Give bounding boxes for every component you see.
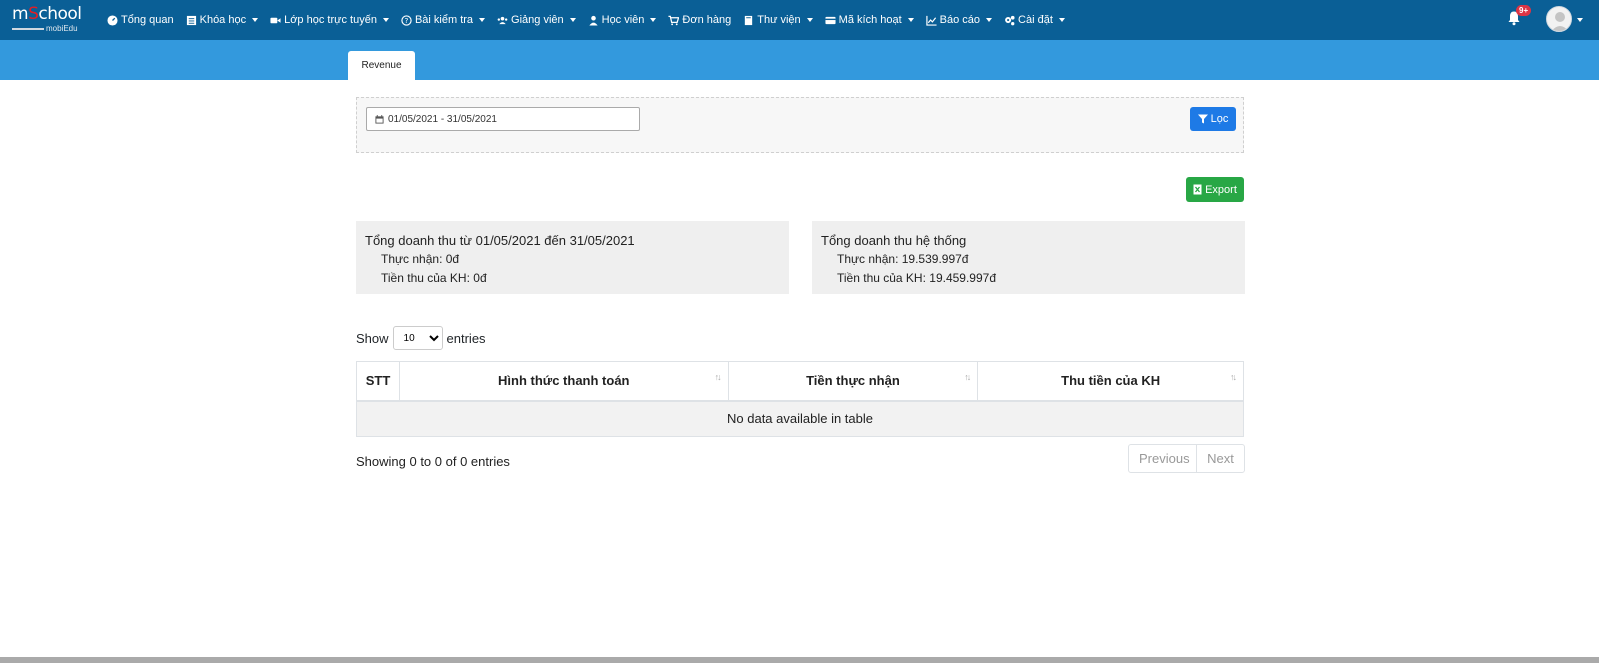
avatar[interactable] [1546,6,1572,32]
bottom-scrollbar[interactable] [0,657,1599,663]
system-revenue-card: Tổng doanh thu hệ thống Thực nhận: 19.53… [812,221,1245,294]
column-header-customer-paid[interactable]: Thu tiền của KH ↑↓ [977,361,1244,402]
chart-icon [925,15,937,26]
svg-text:?: ? [405,15,409,24]
empty-table-message: No data available in table [356,400,1244,437]
sort-icon: ↑↓ [714,372,722,382]
nav-item-bao-cao[interactable]: Báo cáo [925,14,993,26]
nav-item-tong-quan[interactable]: Tổng quan [107,14,174,26]
nav-item-khoa-hoc[interactable]: Khóa học [186,14,259,26]
previous-page-button[interactable]: Previous [1129,445,1197,472]
chevron-down-icon [907,18,914,22]
pagination: Previous Next [1128,444,1245,473]
next-page-button[interactable]: Next [1197,445,1244,472]
nav-item-don-hang[interactable]: Đơn hàng [668,14,731,26]
excel-file-icon [1193,184,1202,195]
nav-item-bai-kiem-tra[interactable]: ? Bài kiểm tra [401,14,486,26]
top-navbar: mSchool mobiEdu Tổng quan Khóa học Lớp h… [0,0,1599,40]
period-revenue-title: Tổng doanh thu từ 01/05/2021 đến 31/05/2… [365,233,635,248]
notification-badge: 9+ [1516,5,1532,16]
nav-item-lop-hoc-truc-tuyen[interactable]: Lớp học trực tuyến [270,14,389,26]
system-customer-paid: Tiền thu của KH: 19.459.997đ [837,271,996,285]
period-received: Thực nhận: 0đ [381,252,460,266]
column-header-stt[interactable]: STT [356,361,400,402]
table-row: No data available in table [356,400,1244,437]
card-icon [825,16,836,24]
mschool-logo[interactable]: mSchool mobiEdu [12,6,92,34]
filter-button[interactable]: Lọc [1190,107,1236,131]
chevron-down-icon[interactable] [1577,18,1583,22]
main-menu: Tổng quan Khóa học Lớp học trực tuyến ? … [107,0,1077,40]
gears-icon [1005,15,1015,25]
tab-revenue[interactable]: Revenue [348,51,415,80]
column-header-received-amount[interactable]: Tiền thực nhận ↑↓ [727,361,979,402]
nav-item-ma-kich-hoat[interactable]: Mã kích hoạt [825,14,914,26]
user-icon [589,15,598,26]
export-button[interactable]: Export [1186,177,1244,202]
chevron-down-icon [986,18,993,22]
book-icon [745,15,753,25]
cart-icon [668,15,680,25]
period-customer-paid: Tiền thu của KH: 0đ [381,271,487,285]
system-received: Thực nhận: 19.539.997đ [837,252,969,266]
dashboard-icon [107,14,118,26]
chevron-down-icon [569,18,576,22]
date-range-input[interactable]: 01/05/2021 - 31/05/2021 [366,107,640,131]
course-icon [186,15,196,25]
video-icon [270,17,281,23]
user-avatar-icon [1551,12,1569,31]
chevron-down-icon [479,18,486,22]
chevron-down-icon [806,18,813,22]
nav-item-thu-vien[interactable]: Thư viện [743,14,813,26]
entries-length-control: Show 10 entries [356,326,486,350]
question-icon: ? [401,14,412,26]
tab-bar [0,40,1599,80]
revenue-table: STT Hình thức thanh toán ↑↓ Tiền thực nhậ… [356,361,1244,437]
nav-item-giang-vien[interactable]: Giảng viên [497,14,576,26]
filter-panel: 01/05/2021 - 31/05/2021 Lọc [356,97,1244,153]
chevron-down-icon [1058,18,1065,22]
entries-select[interactable]: 10 [392,326,443,350]
chevron-down-icon [252,18,259,22]
column-header-payment-method[interactable]: Hình thức thanh toán ↑↓ [398,361,729,402]
chevron-down-icon [650,18,657,22]
sort-icon: ↑↓ [1230,372,1237,382]
nav-item-hoc-vien[interactable]: Học viên [588,14,657,26]
users-icon [497,16,508,24]
chevron-down-icon [382,18,389,22]
calendar-icon [375,114,384,124]
system-revenue-title: Tổng doanh thu hệ thống [821,233,967,248]
sort-icon: ↑↓ [964,372,971,382]
period-revenue-card: Tổng doanh thu từ 01/05/2021 đến 31/05/2… [356,221,789,294]
nav-item-cai-dat[interactable]: Cài đặt [1004,14,1065,26]
filter-icon [1197,114,1208,124]
table-info: Showing 0 to 0 of 0 entries [356,454,510,469]
